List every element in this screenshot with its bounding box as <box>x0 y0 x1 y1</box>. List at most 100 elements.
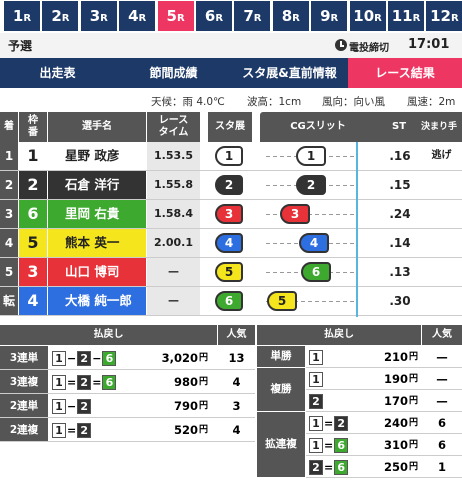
start-timing: .24 <box>389 207 411 221</box>
race-tab-number: 8 <box>281 7 293 25</box>
payout-amount: 190 <box>383 372 408 386</box>
cg-boat-icon: 4 <box>299 233 329 253</box>
slit-dot <box>294 272 298 273</box>
race-tab-suffix: R <box>61 13 70 24</box>
race-tab-3[interactable]: 3R <box>80 1 117 31</box>
slit-dot <box>343 243 347 244</box>
race-tab-2[interactable]: 2R <box>42 1 79 31</box>
race-tab-11[interactable]: 11R <box>388 1 424 31</box>
nav-tab-2[interactable]: スタ展&直前情報 <box>232 58 347 88</box>
ninki-header-left: 人気 <box>218 325 255 345</box>
slit-dot <box>273 272 277 273</box>
payout-amount: 980 <box>173 375 198 389</box>
deadline-label: 電投締切 <box>349 43 389 54</box>
slit-dot <box>280 243 284 244</box>
bet-type-label: 拡連複 <box>257 412 305 477</box>
waku-cell: 1 <box>19 142 47 170</box>
slit-dot <box>301 301 305 302</box>
weather-label: 天候： <box>151 96 183 108</box>
boat-number-box: 2 <box>77 375 92 390</box>
wave-value: 1cm <box>278 96 302 108</box>
wind-direction-label: 風向： <box>322 96 354 108</box>
ninki-header-right: 人気 <box>422 325 462 345</box>
boat-number-box: 1 <box>309 416 323 431</box>
tenji-boat-icon: 3 <box>215 204 243 224</box>
slit-dot <box>336 214 340 215</box>
race-tab-9[interactable]: 9R <box>311 1 348 31</box>
bet-combination: 1−2 <box>52 394 152 419</box>
race-tab-10[interactable]: 10R <box>349 1 386 31</box>
nav-tab-0[interactable]: 出走表 <box>0 58 115 88</box>
race-tab-suffix: R <box>138 13 147 24</box>
boat-number-box: 6 <box>102 375 117 390</box>
racer-name[interactable]: 里岡 右貴 <box>48 200 146 228</box>
race-tab-6[interactable]: 6R <box>196 1 232 31</box>
kimarite <box>421 229 462 257</box>
slit-dot <box>266 156 270 157</box>
header-tenji: スタ展 <box>208 112 252 142</box>
yen-unit: 円 <box>409 418 419 428</box>
combo-separator: − <box>67 352 77 365</box>
racer-name[interactable]: 熊本 英一 <box>48 229 146 257</box>
racer-name[interactable]: 星野 政彦 <box>48 142 146 170</box>
nav-tab-1[interactable]: 節間成績 <box>116 58 231 88</box>
weather-info: 天候：雨 4.0℃ 波高：1cm 風向：向い風 風速：2m <box>0 89 462 111</box>
race-tab-5[interactable]: 5R <box>157 1 194 31</box>
race-tab-12[interactable]: 12R <box>426 1 462 31</box>
ninki-value: — <box>436 394 448 408</box>
rank-cell: 4 <box>0 229 18 257</box>
race-tab-7[interactable]: 7R <box>234 1 271 31</box>
racer-name[interactable]: 山口 博司 <box>48 258 146 286</box>
yen-unit: 円 <box>409 440 419 450</box>
kimarite: 逃げ <box>431 150 452 161</box>
combo-separator: = <box>67 376 77 389</box>
ninki-value: 13 <box>228 351 245 365</box>
race-tab-number: 9 <box>320 7 331 25</box>
rank-cell: 2 <box>0 171 18 199</box>
slit-dot <box>266 272 270 273</box>
wave-label: 波高： <box>247 96 279 108</box>
tenji-boat-icon: 2 <box>215 175 243 195</box>
boat-number-box: 2 <box>309 394 323 409</box>
racer-name[interactable]: 大橋 純一郎 <box>48 287 146 315</box>
boat-number-box: 1 <box>52 399 66 414</box>
race-tab-number: 5 <box>166 7 177 25</box>
race-tab-number: 1 <box>12 7 24 25</box>
boat-number-box: 2 <box>77 423 92 438</box>
deadline-time: 17:01 <box>408 37 450 52</box>
bet-combination: 1−2−6 <box>52 346 152 371</box>
slit-dot <box>350 156 354 157</box>
racer-name[interactable]: 石倉 洋行 <box>48 171 146 199</box>
slit-dot <box>322 301 326 302</box>
race-tab-number: 7 <box>243 7 254 25</box>
ninki-value: 6 <box>437 438 446 452</box>
payout-header-left: 払戻し <box>0 325 217 345</box>
ninki-value: — <box>436 372 448 386</box>
race-tab-1[interactable]: 1R <box>4 1 40 31</box>
slit-dot <box>315 301 319 302</box>
slit-dot <box>287 272 291 273</box>
kimarite <box>421 287 462 315</box>
start-timing: .14 <box>389 236 411 250</box>
race-time: — <box>147 258 200 286</box>
race-info-bar: 予選 電投締切 17:01 <box>0 33 462 58</box>
row-divider <box>0 315 462 316</box>
race-tab-number: 6 <box>204 7 216 25</box>
race-tab-4[interactable]: 4R <box>119 1 156 31</box>
header-cg-slit: CGスリット <box>260 112 376 142</box>
cg-boat-icon: 1 <box>296 146 326 166</box>
slit-dot <box>336 185 340 186</box>
race-tab-suffix: R <box>292 13 300 24</box>
nav-tab-3[interactable]: レース結果 <box>348 58 462 88</box>
wind-direction-value: 向い風 <box>353 96 386 108</box>
boat-number-box: 1 <box>52 351 66 366</box>
race-tab-8[interactable]: 8R <box>272 1 309 31</box>
ninki-value: 4 <box>232 423 241 437</box>
slit-dot <box>266 243 270 244</box>
race-name: 予選 <box>8 39 33 53</box>
race-tab-suffix: R <box>450 13 459 24</box>
start-timing: .30 <box>389 294 411 308</box>
yen-unit: 円 <box>409 396 419 406</box>
slit-dot <box>329 156 333 157</box>
slit-dot <box>266 185 270 186</box>
